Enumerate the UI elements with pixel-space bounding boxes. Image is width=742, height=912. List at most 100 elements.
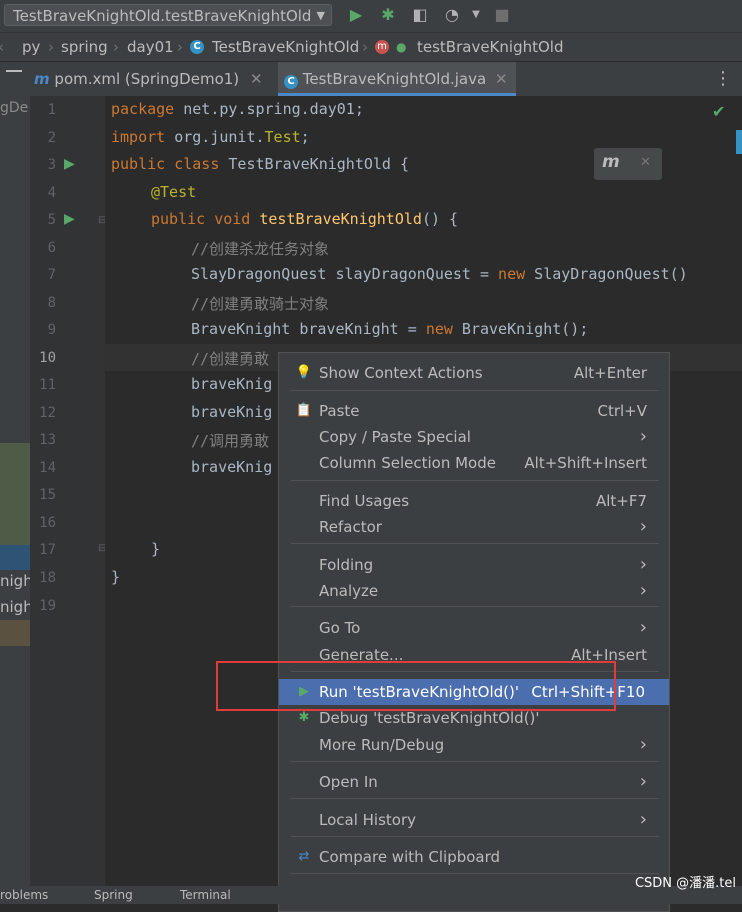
line-number: 11	[39, 377, 56, 393]
line-number: 14	[39, 460, 56, 476]
line-number: 4	[47, 185, 56, 201]
line-number: 6	[47, 240, 56, 256]
menu-item-paste[interactable]: 📋 Paste Ctrl+V	[291, 398, 659, 424]
code-line-4: @Test	[151, 183, 197, 201]
code-line-5: public void testBraveKnightOld() {	[151, 210, 459, 228]
menu-separator	[291, 543, 659, 544]
menu-item-analyze[interactable]: Analyze ›	[291, 578, 659, 604]
code-line-12: braveKnig	[191, 403, 273, 421]
tool-tab-problems[interactable]: roblems	[0, 886, 48, 904]
menu-item-label: Compare with Clipboard	[319, 848, 501, 866]
menu-item-label: Go To	[319, 619, 361, 637]
breadcrumb-item-day01[interactable]: day01	[127, 33, 174, 61]
close-icon[interactable]: ✕	[495, 70, 508, 88]
menu-item-refactor[interactable]: Refactor ›	[291, 514, 659, 540]
menu-item-label: Folding	[319, 556, 374, 574]
code-line-1: package net.py.spring.day01;	[111, 100, 364, 118]
project-panel-strip: gDe night night	[0, 96, 39, 886]
menu-item-label: Find Usages	[319, 492, 410, 510]
debug-icon[interactable]: ✱	[378, 5, 398, 25]
more-vert-icon[interactable]: ⋮	[714, 62, 732, 96]
run-toolbar: TestBraveKnightOld.testBraveKnightOld ▼ …	[0, 0, 742, 33]
chevron-right-icon: ›	[639, 734, 647, 755]
project-selection	[0, 545, 30, 570]
line-number: 15	[39, 487, 56, 503]
class-icon: C	[190, 40, 204, 54]
breadcrumb-item-py[interactable]: py	[22, 33, 40, 61]
chevron-right-icon: ›	[639, 809, 647, 830]
menu-item-shortcut: Alt+Shift+Insert	[524, 454, 647, 472]
chevron-right-icon: ›	[639, 580, 647, 601]
code-line-18: }	[111, 568, 121, 586]
line-number: 10	[39, 350, 56, 366]
coverage-icon[interactable]: ◧	[410, 5, 430, 25]
lock-icon: ●	[396, 40, 407, 54]
code-line-3: public class TestBraveKnightOld {	[111, 155, 410, 173]
menu-item-more-run-debug[interactable]: More Run/Debug ›	[291, 732, 659, 758]
breadcrumb-item-spring[interactable]: spring	[61, 33, 108, 61]
check-icon: ✔	[712, 102, 726, 121]
menu-item-find-usages[interactable]: Find Usages Alt+F7	[291, 488, 659, 514]
menu-separator	[291, 480, 659, 481]
line-number: 9	[47, 322, 56, 338]
menu-item-go-to[interactable]: Go To ›	[291, 615, 659, 641]
more-icon[interactable]: ▼	[466, 5, 486, 25]
line-number: 19	[39, 598, 56, 614]
compare-icon: ⇄	[298, 849, 310, 864]
code-line-2: import org.junit.Test;	[111, 128, 310, 146]
menu-item-label: Local History	[319, 811, 417, 829]
run-test-gutter-icon[interactable]: ▶	[64, 211, 75, 227]
menu-item-copy-paste-special[interactable]: Copy / Paste Special ›	[291, 424, 659, 450]
close-icon[interactable]: ✕	[640, 155, 651, 170]
tab-testbraveknightold[interactable]: C TestBraveKnightOld.java ✕	[278, 62, 516, 96]
maven-reload-icon[interactable]: m	[602, 152, 620, 172]
run-configuration-select[interactable]: TestBraveKnightOld.testBraveKnightOld ▼	[4, 4, 332, 26]
menu-separator	[291, 798, 659, 799]
tool-tab-terminal[interactable]: Terminal	[180, 886, 231, 904]
menu-item-label: Column Selection Mode	[319, 454, 496, 472]
line-number: 17	[39, 542, 56, 558]
menu-item-show-context-actions[interactable]: 💡 Show Context Actions Alt+Enter	[291, 360, 659, 386]
menu-item-label: Analyze	[319, 582, 379, 600]
menu-item-folding[interactable]: Folding ›	[291, 552, 659, 578]
menu-item-compare-with-clipboard[interactable]: ⇄ Compare with Clipboard	[291, 844, 659, 870]
line-number: 7	[47, 267, 56, 283]
menu-separator	[291, 606, 659, 607]
menu-item-open-in[interactable]: Open In ›	[291, 769, 659, 795]
side-label: gDe	[0, 100, 29, 116]
editor-tabs: m pom.xml (SpringDemo1) ✕ C TestBraveKni…	[0, 62, 742, 97]
run-test-gutter-icon[interactable]: ▶	[64, 156, 75, 172]
menu-item-label: Open In	[319, 773, 378, 791]
menu-item-column-selection-mode[interactable]: Column Selection Mode Alt+Shift+Insert	[291, 450, 659, 476]
maven-icon: m	[34, 70, 50, 88]
profile-icon[interactable]: ◔	[442, 5, 462, 25]
line-number: 3	[47, 157, 56, 173]
code-line-8: //创建勇敢骑士对象	[191, 295, 330, 313]
code-line-14: braveKnig	[191, 458, 273, 476]
tool-tab-spring[interactable]: Spring	[94, 886, 133, 904]
menu-item-shortcut: Alt+Enter	[573, 364, 647, 382]
minimize-icon[interactable]	[6, 70, 22, 72]
line-number: 5	[47, 212, 56, 228]
context-menu: 💡 Show Context Actions Alt+Enter 📋 Paste Ctrl…	[278, 352, 670, 912]
maven-reload-popup[interactable]: m ✕	[594, 148, 662, 180]
bulb-icon: 💡	[295, 365, 313, 380]
line-number: 8	[47, 295, 56, 311]
stop-icon[interactable]: ■	[492, 5, 512, 25]
line-number: 1	[47, 102, 56, 118]
chevron-right-icon: ›	[639, 426, 647, 447]
menu-item-local-history[interactable]: Local History ›	[291, 807, 659, 833]
code-line-10: //创建勇敢	[191, 350, 270, 368]
close-icon[interactable]: ✕	[250, 70, 263, 88]
code-line-7: SlayDragonQuest slayDragonQuest = new Sl…	[191, 265, 688, 283]
breadcrumb: ‹ py › spring › day01 › C TestBraveKnigh…	[0, 33, 742, 61]
breadcrumb-item-method[interactable]: testBraveKnightOld	[417, 33, 563, 61]
tab-pom-xml[interactable]: m pom.xml (SpringDemo1) ✕	[34, 62, 274, 96]
menu-item-label: Paste	[319, 402, 360, 420]
line-number: 13	[39, 432, 56, 448]
run-icon[interactable]: ▶	[346, 5, 366, 25]
chevron-right-icon: ›	[639, 554, 647, 575]
class-icon: C	[284, 75, 298, 89]
breadcrumb-item-class[interactable]: TestBraveKnightOld	[212, 33, 359, 61]
menu-separator	[291, 873, 659, 874]
